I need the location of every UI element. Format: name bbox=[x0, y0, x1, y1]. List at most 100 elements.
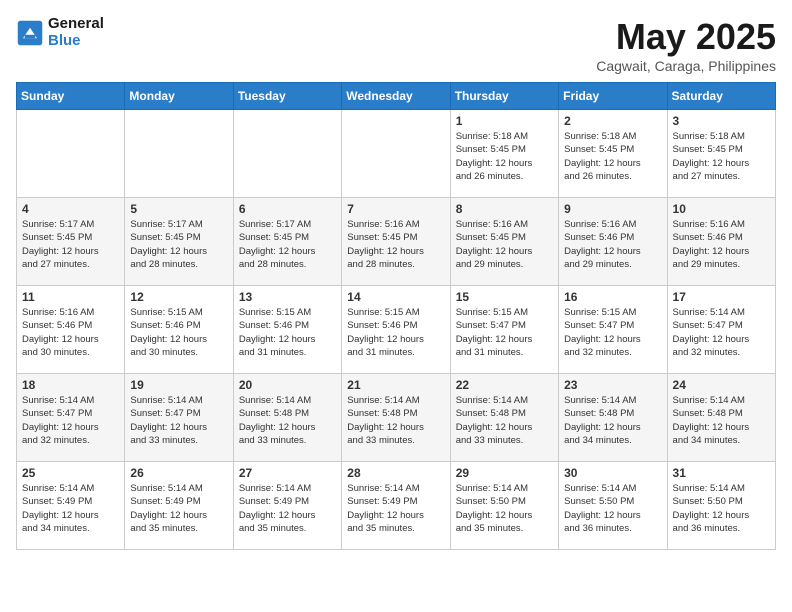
day-info: Sunrise: 5:14 AM Sunset: 5:49 PM Dayligh… bbox=[239, 482, 336, 535]
day-cell: 10 Sunrise: 5:16 AM Sunset: 5:46 PM Dayli… bbox=[667, 198, 775, 286]
day-info: Sunrise: 5:17 AM Sunset: 5:45 PM Dayligh… bbox=[239, 218, 336, 271]
day-number: 29 bbox=[456, 466, 553, 480]
day-number: 26 bbox=[130, 466, 227, 480]
day-info: Sunrise: 5:14 AM Sunset: 5:47 PM Dayligh… bbox=[22, 394, 119, 447]
day-info: Sunrise: 5:14 AM Sunset: 5:49 PM Dayligh… bbox=[22, 482, 119, 535]
day-info: Sunrise: 5:14 AM Sunset: 5:50 PM Dayligh… bbox=[456, 482, 553, 535]
week-row-3: 11 Sunrise: 5:16 AM Sunset: 5:46 PM Dayli… bbox=[17, 286, 776, 374]
day-cell: 30 Sunrise: 5:14 AM Sunset: 5:50 PM Dayli… bbox=[559, 462, 667, 550]
day-cell: 25 Sunrise: 5:14 AM Sunset: 5:49 PM Dayli… bbox=[17, 462, 125, 550]
day-info: Sunrise: 5:18 AM Sunset: 5:45 PM Dayligh… bbox=[564, 130, 661, 183]
day-info: Sunrise: 5:14 AM Sunset: 5:49 PM Dayligh… bbox=[347, 482, 444, 535]
day-number: 30 bbox=[564, 466, 661, 480]
day-cell: 3 Sunrise: 5:18 AM Sunset: 5:45 PM Daylig… bbox=[667, 110, 775, 198]
day-info: Sunrise: 5:16 AM Sunset: 5:45 PM Dayligh… bbox=[347, 218, 444, 271]
day-cell: 11 Sunrise: 5:16 AM Sunset: 5:46 PM Dayli… bbox=[17, 286, 125, 374]
day-number: 16 bbox=[564, 290, 661, 304]
weekday-header-friday: Friday bbox=[559, 83, 667, 110]
day-info: Sunrise: 5:14 AM Sunset: 5:48 PM Dayligh… bbox=[239, 394, 336, 447]
day-number: 17 bbox=[673, 290, 770, 304]
day-cell: 22Sunrise: 5:14 AM Sunset: 5:48 PM Dayli… bbox=[450, 374, 558, 462]
day-cell: 5 Sunrise: 5:17 AM Sunset: 5:45 PM Daylig… bbox=[125, 198, 233, 286]
weekday-header-tuesday: Tuesday bbox=[233, 83, 341, 110]
day-number: 15 bbox=[456, 290, 553, 304]
day-cell: 7 Sunrise: 5:16 AM Sunset: 5:45 PM Daylig… bbox=[342, 198, 450, 286]
day-info: Sunrise: 5:14 AM Sunset: 5:50 PM Dayligh… bbox=[564, 482, 661, 535]
day-cell: 19Sunrise: 5:14 AM Sunset: 5:47 PM Dayli… bbox=[125, 374, 233, 462]
month-title: May 2025 bbox=[596, 16, 776, 58]
day-info: Sunrise: 5:16 AM Sunset: 5:46 PM Dayligh… bbox=[673, 218, 770, 271]
day-number: 18 bbox=[22, 378, 119, 392]
day-cell: 26 Sunrise: 5:14 AM Sunset: 5:49 PM Dayli… bbox=[125, 462, 233, 550]
day-cell bbox=[17, 110, 125, 198]
logo-text: General Blue bbox=[48, 16, 104, 49]
day-cell: 29 Sunrise: 5:14 AM Sunset: 5:50 PM Dayli… bbox=[450, 462, 558, 550]
day-cell: 2Sunrise: 5:18 AM Sunset: 5:45 PM Daylig… bbox=[559, 110, 667, 198]
day-number: 22 bbox=[456, 378, 553, 392]
day-number: 13 bbox=[239, 290, 336, 304]
week-row-5: 25 Sunrise: 5:14 AM Sunset: 5:49 PM Dayli… bbox=[17, 462, 776, 550]
day-cell: 21 Sunrise: 5:14 AM Sunset: 5:48 PM Dayli… bbox=[342, 374, 450, 462]
weekday-header-wednesday: Wednesday bbox=[342, 83, 450, 110]
weekday-header-thursday: Thursday bbox=[450, 83, 558, 110]
day-number: 25 bbox=[22, 466, 119, 480]
week-row-1: 1 Sunrise: 5:18 AM Sunset: 5:45 PM Daylig… bbox=[17, 110, 776, 198]
weekday-header-row: SundayMondayTuesdayWednesdayThursdayFrid… bbox=[17, 83, 776, 110]
day-cell: 1 Sunrise: 5:18 AM Sunset: 5:45 PM Daylig… bbox=[450, 110, 558, 198]
weekday-header-monday: Monday bbox=[125, 83, 233, 110]
title-block: May 2025 Cagwait, Caraga, Philippines bbox=[596, 16, 776, 74]
day-number: 19 bbox=[130, 378, 227, 392]
day-number: 14 bbox=[347, 290, 444, 304]
logo-icon bbox=[16, 19, 44, 47]
day-cell: 14Sunrise: 5:15 AM Sunset: 5:46 PM Dayli… bbox=[342, 286, 450, 374]
day-number: 31 bbox=[673, 466, 770, 480]
day-info: Sunrise: 5:14 AM Sunset: 5:48 PM Dayligh… bbox=[564, 394, 661, 447]
day-number: 11 bbox=[22, 290, 119, 304]
day-cell: 20Sunrise: 5:14 AM Sunset: 5:48 PM Dayli… bbox=[233, 374, 341, 462]
day-cell: 4 Sunrise: 5:17 AM Sunset: 5:45 PM Daylig… bbox=[17, 198, 125, 286]
day-cell: 13Sunrise: 5:15 AM Sunset: 5:46 PM Dayli… bbox=[233, 286, 341, 374]
day-cell: 23 Sunrise: 5:14 AM Sunset: 5:48 PM Dayli… bbox=[559, 374, 667, 462]
day-cell: 12Sunrise: 5:15 AM Sunset: 5:46 PM Dayli… bbox=[125, 286, 233, 374]
day-number: 6 bbox=[239, 202, 336, 216]
week-row-4: 18 Sunrise: 5:14 AM Sunset: 5:47 PM Dayli… bbox=[17, 374, 776, 462]
day-cell: 18 Sunrise: 5:14 AM Sunset: 5:47 PM Dayli… bbox=[17, 374, 125, 462]
day-cell: 9Sunrise: 5:16 AM Sunset: 5:46 PM Daylig… bbox=[559, 198, 667, 286]
day-info: Sunrise: 5:16 AM Sunset: 5:46 PM Dayligh… bbox=[564, 218, 661, 271]
day-cell: 15 Sunrise: 5:15 AM Sunset: 5:47 PM Dayli… bbox=[450, 286, 558, 374]
day-info: Sunrise: 5:14 AM Sunset: 5:49 PM Dayligh… bbox=[130, 482, 227, 535]
location: Cagwait, Caraga, Philippines bbox=[596, 58, 776, 74]
day-cell bbox=[125, 110, 233, 198]
day-number: 23 bbox=[564, 378, 661, 392]
day-number: 5 bbox=[130, 202, 227, 216]
day-info: Sunrise: 5:14 AM Sunset: 5:50 PM Dayligh… bbox=[673, 482, 770, 535]
day-number: 24 bbox=[673, 378, 770, 392]
day-info: Sunrise: 5:15 AM Sunset: 5:47 PM Dayligh… bbox=[456, 306, 553, 359]
day-number: 27 bbox=[239, 466, 336, 480]
day-number: 8 bbox=[456, 202, 553, 216]
week-row-2: 4 Sunrise: 5:17 AM Sunset: 5:45 PM Daylig… bbox=[17, 198, 776, 286]
weekday-header-sunday: Sunday bbox=[17, 83, 125, 110]
day-info: Sunrise: 5:14 AM Sunset: 5:47 PM Dayligh… bbox=[673, 306, 770, 359]
day-info: Sunrise: 5:14 AM Sunset: 5:48 PM Dayligh… bbox=[673, 394, 770, 447]
day-cell: 16Sunrise: 5:15 AM Sunset: 5:47 PM Dayli… bbox=[559, 286, 667, 374]
day-number: 10 bbox=[673, 202, 770, 216]
calendar: SundayMondayTuesdayWednesdayThursdayFrid… bbox=[16, 82, 776, 550]
day-info: Sunrise: 5:18 AM Sunset: 5:45 PM Dayligh… bbox=[673, 130, 770, 183]
day-info: Sunrise: 5:17 AM Sunset: 5:45 PM Dayligh… bbox=[130, 218, 227, 271]
day-cell: 27 Sunrise: 5:14 AM Sunset: 5:49 PM Dayli… bbox=[233, 462, 341, 550]
day-number: 1 bbox=[456, 114, 553, 128]
day-info: Sunrise: 5:14 AM Sunset: 5:48 PM Dayligh… bbox=[347, 394, 444, 447]
day-info: Sunrise: 5:18 AM Sunset: 5:45 PM Dayligh… bbox=[456, 130, 553, 183]
day-info: Sunrise: 5:16 AM Sunset: 5:45 PM Dayligh… bbox=[456, 218, 553, 271]
day-number: 21 bbox=[347, 378, 444, 392]
day-cell: 24 Sunrise: 5:14 AM Sunset: 5:48 PM Dayli… bbox=[667, 374, 775, 462]
day-info: Sunrise: 5:17 AM Sunset: 5:45 PM Dayligh… bbox=[22, 218, 119, 271]
page-header: General Blue May 2025 Cagwait, Caraga, P… bbox=[16, 16, 776, 74]
day-number: 3 bbox=[673, 114, 770, 128]
day-cell: 17 Sunrise: 5:14 AM Sunset: 5:47 PM Dayli… bbox=[667, 286, 775, 374]
logo: General Blue bbox=[16, 16, 104, 49]
day-info: Sunrise: 5:16 AM Sunset: 5:46 PM Dayligh… bbox=[22, 306, 119, 359]
day-number: 7 bbox=[347, 202, 444, 216]
day-number: 4 bbox=[22, 202, 119, 216]
